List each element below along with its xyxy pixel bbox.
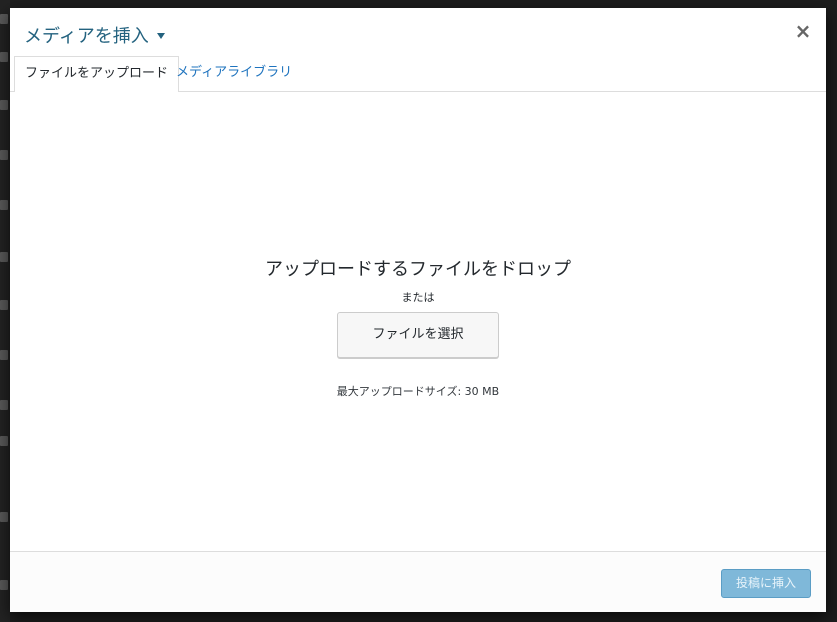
- modal-title: メディアを挿入: [24, 26, 149, 47]
- tab-bar: ファイルをアップロード メディアライブラリ: [10, 56, 826, 93]
- menu-icon: [0, 300, 8, 310]
- menu-icon: [0, 350, 8, 360]
- menu-icon: [0, 200, 8, 210]
- tab-media-library[interactable]: メディアライブラリ: [166, 56, 302, 92]
- menu-icon: [0, 52, 8, 62]
- caret-down-icon: [156, 33, 165, 39]
- menu-icon: [0, 400, 8, 410]
- max-upload-size: 最大アップロードサイズ: 30 MB: [336, 385, 500, 398]
- menu-icon: [0, 436, 8, 446]
- menu-icon: [0, 100, 8, 110]
- menu-icon: [0, 150, 8, 160]
- or-separator: または: [401, 291, 435, 304]
- menu-icon: [0, 512, 8, 522]
- select-files-button[interactable]: ファイルを選択: [337, 312, 499, 358]
- menu-icon: [0, 14, 8, 24]
- insert-media-modal: メディアを挿入 × ファイルをアップロード メディアライブラリ アップロードする…: [10, 8, 826, 612]
- menu-icon: [0, 580, 8, 590]
- close-icon[interactable]: ×: [794, 21, 812, 41]
- drop-instructions: アップロードするファイルをドロップ: [265, 259, 571, 280]
- modal-title-menu[interactable]: メディアを挿入: [24, 22, 165, 48]
- insert-into-post-button[interactable]: 投稿に挿入: [721, 569, 811, 598]
- tab-upload-files[interactable]: ファイルをアップロード: [14, 56, 180, 93]
- menu-icon: [0, 252, 8, 262]
- admin-sidebar-backdrop: [0, 0, 10, 622]
- modal-toolbar: 投稿に挿入: [10, 551, 826, 612]
- upload-drop-area[interactable]: アップロードするファイルをドロップ または ファイルを選択 最大アップロードサイ…: [10, 92, 826, 551]
